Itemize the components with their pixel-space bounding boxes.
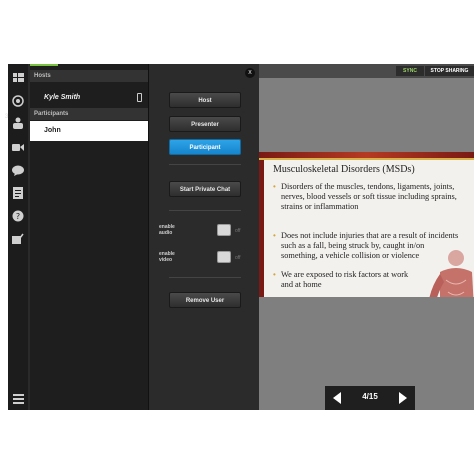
participant-role-button[interactable]: Participant: [169, 139, 241, 155]
stop-sharing-button[interactable]: STOP SHARING: [425, 66, 474, 76]
slide-bullet-text: We are exposed to risk factors at work a…: [281, 270, 409, 289]
close-icon[interactable]: x: [245, 68, 255, 78]
participant-row[interactable]: John: [30, 121, 148, 141]
slide-title: Musculoskeletal Disorders (MSDs): [273, 164, 415, 175]
bullet-marker: •: [273, 231, 276, 240]
chat-icon[interactable]: [11, 163, 25, 177]
hosts-header: Hosts: [30, 70, 148, 82]
slide-header-stripe: [259, 158, 474, 160]
divider: [169, 277, 241, 278]
host-name: Kyle Smith: [44, 94, 81, 101]
participant-count-badge: 3: [5, 114, 9, 120]
stage-toolbar: SYNC STOP SHARING: [259, 64, 474, 78]
svg-text:?: ?: [16, 212, 20, 221]
next-slide-icon[interactable]: [399, 392, 407, 404]
video-toggle-state: off: [235, 255, 241, 261]
slide-bullet-text: Disorders of the muscles, tendons, ligam…: [281, 182, 457, 211]
remove-user-button[interactable]: Remove User: [169, 292, 241, 308]
poll-icon[interactable]: [11, 232, 25, 246]
audio-toggle[interactable]: [217, 224, 231, 236]
sync-button[interactable]: SYNC: [396, 66, 424, 76]
enable-video-label: enable video: [159, 251, 175, 263]
host-role-button[interactable]: Host: [169, 92, 241, 108]
menu-icon[interactable]: [11, 392, 25, 406]
anatomy-figure: [429, 250, 474, 297]
user-options-panel: x Host Presenter Participant Start Priva…: [148, 64, 259, 410]
participant-name: John: [44, 127, 61, 134]
video-toggle[interactable]: [217, 251, 231, 263]
target-icon[interactable]: [11, 94, 25, 108]
host-row[interactable]: Kyle Smith: [30, 88, 148, 110]
divider: [169, 210, 241, 211]
app-window: 3 ? Hosts Kyle Smith Participants John x…: [5, 64, 474, 410]
active-indicator: [30, 64, 58, 66]
divider: [169, 164, 241, 165]
help-icon[interactable]: ?: [11, 209, 25, 223]
mobile-device-icon: [137, 93, 142, 102]
camera-icon[interactable]: [11, 140, 25, 154]
slide-left-margin: [259, 160, 264, 297]
participants-header: Participants: [30, 108, 148, 120]
bullet-marker: •: [273, 270, 276, 279]
slides-icon[interactable]: [11, 70, 25, 84]
participants-panel: Hosts Kyle Smith Participants John: [30, 64, 148, 410]
icon-rail: 3 ?: [5, 64, 28, 410]
start-private-chat-button[interactable]: Start Private Chat: [169, 181, 241, 197]
presentation-stage: SYNC STOP SHARING Musculoskeletal Disord…: [259, 64, 474, 410]
bullet-marker: •: [273, 182, 276, 191]
people-icon[interactable]: 3: [5, 114, 25, 130]
slide-pager: 4/15: [325, 386, 415, 410]
audio-toggle-state: off: [235, 228, 241, 234]
notes-icon[interactable]: [11, 186, 25, 200]
presenter-role-button[interactable]: Presenter: [169, 116, 241, 132]
enable-audio-label: enable audio: [159, 224, 175, 236]
slide: Musculoskeletal Disorders (MSDs) • Disor…: [259, 152, 474, 297]
